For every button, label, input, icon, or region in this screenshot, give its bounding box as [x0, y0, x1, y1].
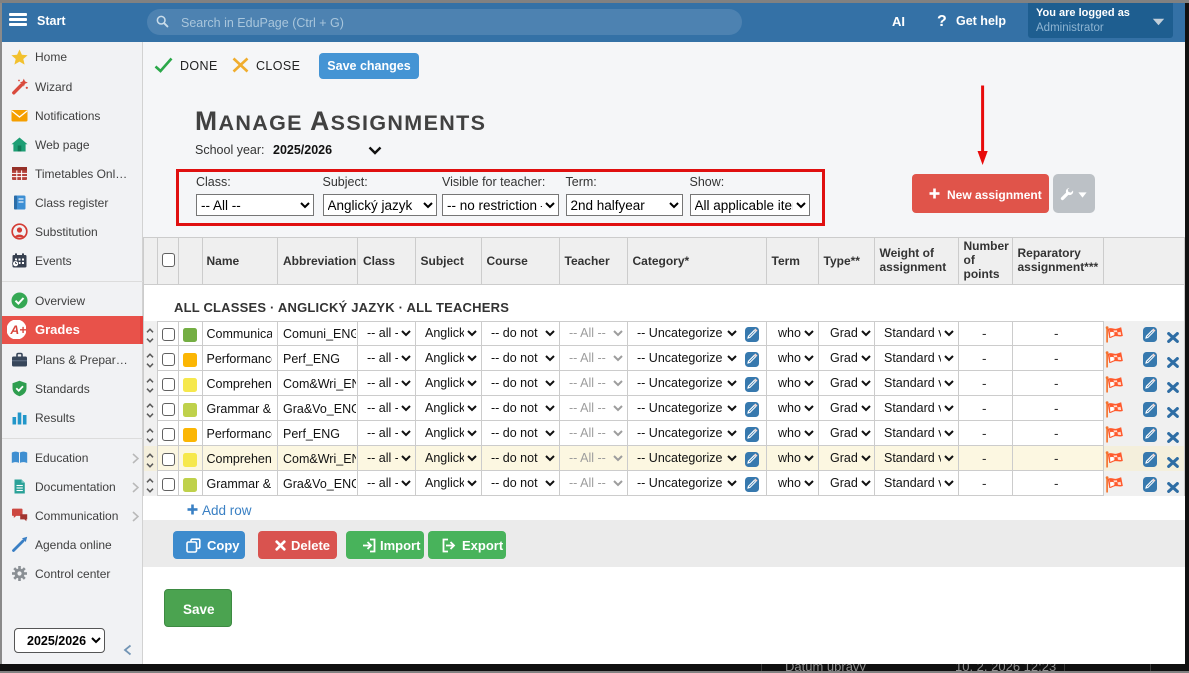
svg-text:A+: A+	[9, 323, 26, 337]
